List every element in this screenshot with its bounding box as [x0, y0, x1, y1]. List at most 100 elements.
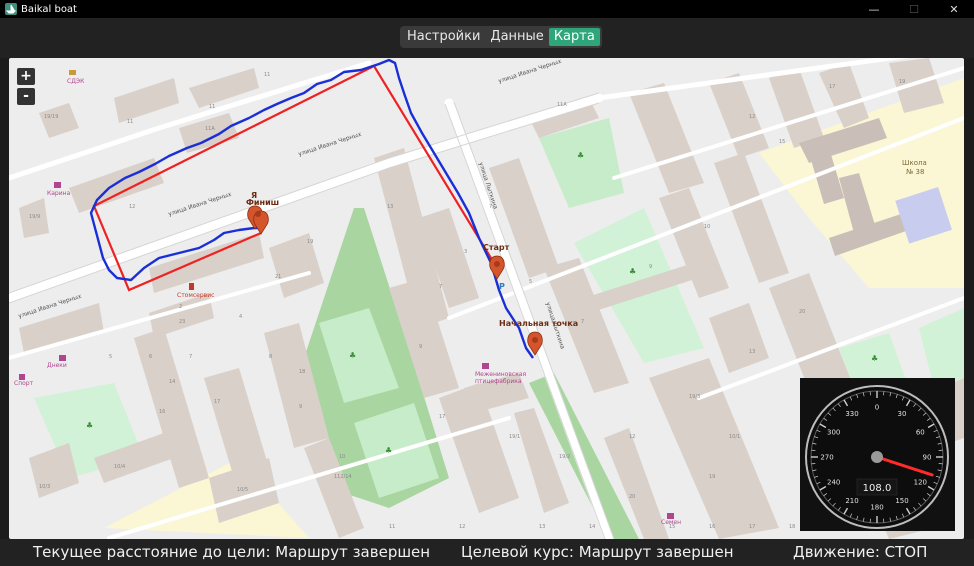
house-number: 4 — [239, 314, 242, 320]
poi-label: Днеки — [47, 362, 67, 369]
house-number: 9 — [299, 404, 302, 410]
house-number: 12 — [749, 114, 755, 120]
house-number: 10 — [339, 454, 345, 460]
app-icon — [5, 3, 17, 15]
compass-hub — [871, 451, 883, 463]
house-number: 12 — [129, 204, 135, 210]
house-number: 21 — [275, 274, 281, 280]
window-controls: — ☐ ✕ — [854, 0, 974, 18]
tab-settings[interactable]: Настройки — [402, 28, 485, 46]
house-number: 23 — [179, 319, 185, 325]
tree-icon: ♣ — [629, 267, 636, 276]
close-button[interactable]: ✕ — [934, 0, 974, 18]
house-number: 13 — [387, 204, 393, 210]
house-number: 18 — [789, 524, 795, 530]
house-number: 19 — [899, 79, 905, 85]
poi-label: птицефабрика — [475, 378, 522, 385]
house-number: 16 — [159, 409, 165, 415]
house-number: 19 — [709, 474, 715, 480]
house-number: 19/19 — [44, 114, 58, 120]
envelope-icon — [69, 70, 76, 75]
house-number: 9 — [649, 264, 652, 270]
compass-tick-label: 120 — [914, 479, 927, 487]
house-number: 6 — [149, 354, 152, 360]
compass-tick-label: 30 — [898, 410, 907, 418]
marker-initial-point[interactable]: Начальная точка — [499, 319, 578, 356]
compass-tick-label: 150 — [895, 497, 908, 505]
marker-initial-label: Начальная точка — [499, 319, 578, 328]
heading-compass: 0 30 60 90 120 150 180 210 240 270 300 330 108.0 — [800, 378, 955, 531]
window-title: Baikal boat — [21, 3, 77, 15]
house-number: 17 — [439, 414, 445, 420]
house-number: 5 — [529, 279, 532, 285]
tab-data[interactable]: Данные — [485, 28, 548, 46]
minimize-button[interactable]: — — [854, 0, 894, 18]
street-label: улица Ивана Черных — [167, 191, 232, 218]
house-number: 7 — [489, 204, 492, 210]
house-number: 12 — [629, 434, 635, 440]
compass-tick-label: 270 — [820, 454, 833, 462]
green-yard — [919, 308, 964, 388]
house-number: 20 — [799, 309, 805, 315]
house-number: 19/3 — [689, 394, 700, 400]
house-number: 14 — [169, 379, 175, 385]
compass-tick-label: 330 — [845, 410, 858, 418]
shop-icon — [59, 355, 66, 361]
heading-value: 108.0 — [863, 483, 892, 494]
house-number: 9 — [419, 344, 422, 350]
house-number: 13 — [749, 349, 755, 355]
poi-label: СДЭК — [67, 78, 85, 85]
house-number: 5 — [109, 354, 112, 360]
tooth-icon — [189, 283, 194, 290]
zoom-in-button[interactable]: + — [17, 68, 35, 85]
house-number: 12 — [459, 524, 465, 530]
poi-label: Межениновская — [475, 371, 527, 378]
house-number: 19 — [307, 239, 313, 245]
compass-dial: 0 30 60 90 120 150 180 210 240 270 300 330 108.0 — [805, 385, 949, 529]
house-number: 3 — [464, 249, 467, 255]
house-number: 15 — [669, 524, 675, 530]
house-number: 17 — [829, 84, 835, 90]
tab-map[interactable]: Карта — [548, 28, 600, 46]
house-number: 11 — [389, 524, 395, 530]
poi-label: Школа — [902, 159, 927, 167]
street-label: улица Ивана Черных — [297, 131, 362, 158]
house-number: 7 — [581, 319, 584, 325]
house-number: 16 — [709, 524, 715, 530]
house-number: 112/14 — [334, 474, 352, 480]
compass-tick-label: 210 — [845, 497, 858, 505]
house-number: 11 — [264, 72, 270, 78]
house-number: 10/1 — [729, 434, 740, 440]
house-number: 13 — [539, 524, 545, 530]
tree-icon: ♣ — [577, 151, 584, 160]
house-number: 19/2 — [559, 454, 570, 460]
house-number: 17 — [214, 399, 220, 405]
street-label: улица Ивана Черных — [497, 58, 562, 85]
status-bar: Текущее расстояние до цели: Маршрут заве… — [0, 539, 974, 566]
house-number: 7 — [189, 354, 192, 360]
tab-group: Настройки Данные Карта — [400, 26, 602, 48]
parking-icon: P — [499, 282, 505, 291]
marker-finish-label: Финиш — [246, 198, 279, 207]
tree-icon: ♣ — [349, 351, 356, 360]
house-number: 14 — [589, 524, 595, 530]
house-number: 11 — [127, 119, 133, 125]
house-number: 10/4 — [114, 464, 125, 470]
marker-start-label: Старт — [483, 243, 510, 252]
house-number: 8 — [269, 354, 272, 360]
compass-tick-label: 90 — [923, 454, 932, 462]
house-number: 11 — [209, 104, 215, 110]
course-status: Целевой курс: Маршрут завершен — [461, 543, 734, 561]
tree-icon: ♣ — [871, 354, 878, 363]
maximize-button[interactable]: ☐ — [894, 0, 934, 18]
house-number: 15 — [779, 139, 785, 145]
house-number: 10 — [704, 224, 710, 230]
house-number: 11А — [557, 102, 567, 108]
house-number: 18 — [299, 369, 305, 375]
title-bar: Baikal boat — ☐ ✕ — [0, 0, 974, 18]
zoom-out-button[interactable]: - — [17, 88, 35, 105]
house-number: 10/3 — [39, 484, 50, 490]
tab-bar: Настройки Данные Карта — [0, 18, 974, 58]
shop-icon — [667, 513, 674, 519]
poi-label: Карина — [47, 190, 71, 197]
